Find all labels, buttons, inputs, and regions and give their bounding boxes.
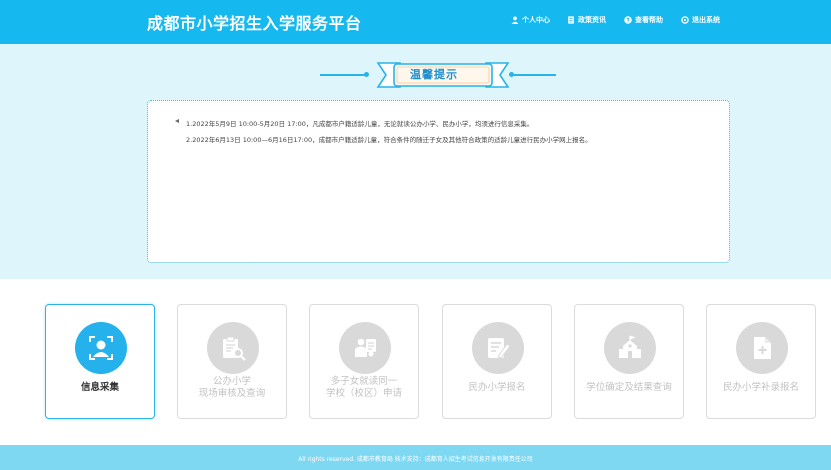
help-icon — [624, 16, 632, 24]
footer-copyright: All rights reserved. 成都市教育局 技术支持：成都育人招生考… — [298, 456, 533, 463]
nav-policy-news-label: 政策资讯 — [578, 16, 606, 24]
card-icon-circle — [472, 322, 524, 374]
clipboard-search-icon — [223, 336, 246, 361]
card-public-school-review[interactable]: 公办小学 现场审核及查询 — [177, 304, 287, 419]
person-scan-icon — [89, 336, 113, 360]
card-label: 学位确定及结果查询 — [586, 382, 672, 393]
notice-title: 温馨提示 — [410, 68, 458, 81]
footer-bar: All rights reserved. 成都市教育局 技术支持：成都育人招生考… — [0, 445, 831, 470]
decorative-dot-left — [364, 72, 369, 77]
card-label-line-2: 学校（校区）申请 — [325, 388, 402, 399]
card-placement-result-query[interactable]: 学位确定及结果查询 — [574, 304, 684, 419]
nav-profile-link[interactable]: 个人中心 — [511, 15, 550, 25]
decorative-line-right — [512, 74, 556, 76]
decorative-line-left — [320, 74, 368, 76]
school-building-icon — [619, 335, 641, 358]
card-icon-circle — [75, 322, 127, 374]
card-private-school-registration[interactable]: 民办小学报名 — [442, 304, 552, 419]
card-icon-circle — [604, 322, 656, 374]
card-label-line-1: 多子女就读同一 — [330, 376, 398, 387]
nav-help-label: 查看帮助 — [635, 16, 663, 24]
card-icon-circle — [339, 322, 391, 374]
card-label-line-1: 公办小学 — [212, 376, 251, 387]
nav-logout-label: 退出系统 — [692, 16, 720, 24]
card-icon-circle — [736, 322, 788, 374]
card-icon-circle — [207, 322, 259, 374]
triangle-bullet-icon — [175, 119, 179, 123]
notice-line: 1.2022年5月9日 10:00-5月20日 17:00，凡成都市户籍适龄儿童… — [186, 120, 534, 128]
site-title: 成都市小学招生入学服务平台 — [147, 14, 362, 33]
card-label-line-2: 现场审核及查询 — [198, 388, 266, 399]
form-edit-icon — [488, 338, 511, 359]
card-label: 民办小学补录报名 — [722, 382, 799, 393]
nav-help-link[interactable]: 查看帮助 — [624, 15, 663, 25]
card-multi-child-application[interactable]: 多子女就读同一 学校（校区）申请 — [309, 304, 419, 419]
card-label: 民办小学报名 — [468, 382, 526, 393]
user-icon — [511, 16, 519, 24]
notice-line: 2.2022年6月13日 10:00—6月16日17:00，成都市户籍适龄儿童，… — [186, 136, 592, 144]
card-private-school-supplementary[interactable]: 民办小学补录报名 — [706, 304, 816, 419]
document-icon — [568, 16, 574, 24]
card-info-collection[interactable]: 信息采集 — [45, 304, 155, 419]
nav-logout-link[interactable]: 退出系统 — [681, 15, 720, 25]
nav-policy-news-link[interactable]: 政策资讯 — [567, 15, 606, 25]
card-label: 信息采集 — [80, 382, 119, 393]
logout-icon — [681, 16, 689, 24]
top-header-bar: 成都市小学招生入学服务平台 个人中心 政策资讯 查看帮助 退出系统 — [0, 0, 831, 44]
file-add-icon — [754, 337, 771, 359]
children-icon — [355, 338, 376, 357]
nav-profile-label: 个人中心 — [522, 16, 550, 24]
